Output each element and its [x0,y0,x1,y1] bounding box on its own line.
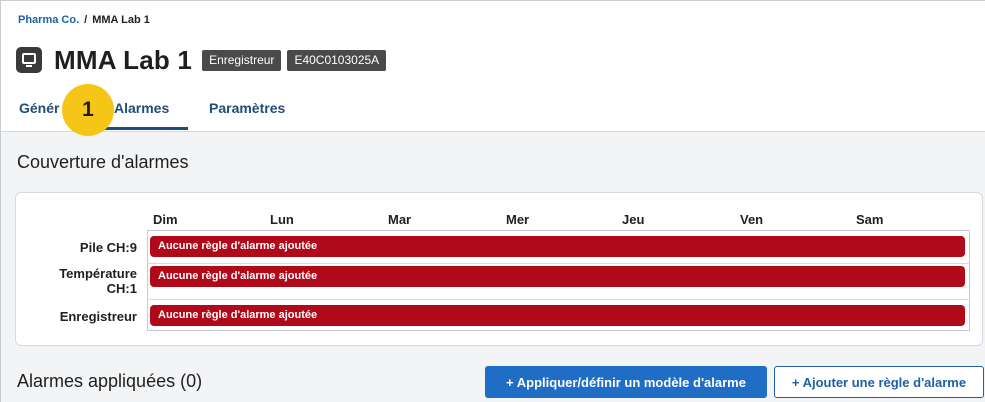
row-label-battery-text: Pile CH:9 [79,240,137,255]
grid-row-divider [147,299,970,300]
row-label-logger: Enregistreur [60,309,137,324]
tab-alarmes[interactable]: Alarmes [112,100,207,130]
frame-border-top [0,0,985,1]
tab-parametres[interactable]: Paramètres [207,100,317,130]
day-label-monday: Lun [270,212,294,227]
coverage-section-title: Couverture d'alarmes [17,152,189,172]
breadcrumb-separator: / [84,14,88,26]
device-type-tag: Enregistreur [202,49,282,71]
logger-device-icon-glyph [22,53,36,67]
alarm-coverage-bar-temperature[interactable]: Aucune règle d'alarme ajoutée [150,266,965,287]
page-title: MMA Lab 1 [54,44,193,75]
alarm-coverage-bar-logger[interactable]: Aucune règle d'alarme ajoutée [150,305,965,326]
apply-alarm-template-button[interactable]: + Appliquer/définir un modèle d'alarme [485,366,767,398]
row-label-battery: Pile CH:9 [80,240,137,255]
frame-border-left [0,0,1,402]
grid-row-divider [147,263,970,264]
day-label-friday: Ven [740,212,764,227]
day-label-thursday: Jeu [622,212,645,227]
applied-alarms-title: Alarmes appliquées (0) [17,371,203,391]
logger-device-icon [16,47,42,73]
alarm-coverage-bar-battery[interactable]: Aucune règle d'alarme ajoutée [150,236,965,257]
active-tab-indicator [100,127,188,130]
row-label-temperature-line1: Température [59,266,137,281]
breadcrumb: Pharma Co. / MMA Lab 1 [18,14,150,26]
breadcrumb-current: MMA Lab 1 [92,14,150,26]
day-label-sunday: Dim [153,212,178,227]
add-alarm-rule-button[interactable]: + Ajouter une règle d'alarme [774,366,984,398]
day-label-saturday: Sam [856,212,884,227]
row-label-temperature-line2: CH:1 [106,281,137,296]
breadcrumb-root-link[interactable]: Pharma Co. [18,14,79,26]
device-serial-tag: E40C0103025A [287,49,387,71]
row-label-logger-text: Enregistreur [59,309,137,324]
row-label-temperature: Température CH:1 [59,266,137,296]
day-label-wednesday: Mer [506,212,530,227]
day-label-tuesday: Mar [388,212,412,227]
step-number-badge: 1 [62,84,114,136]
title-row: MMA Lab 1 Enregistreur E40C0103025A [16,44,392,76]
